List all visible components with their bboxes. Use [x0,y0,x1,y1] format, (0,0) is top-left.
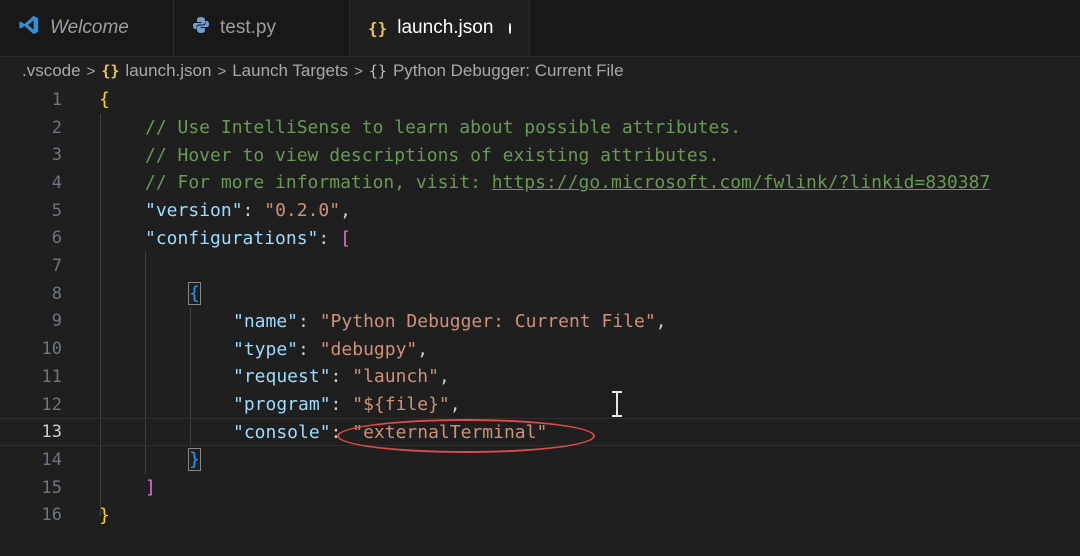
line-number: 9 [51,311,62,332]
brace-close: } [188,448,201,472]
breadcrumb-config[interactable]: Python Debugger: Current File [393,61,624,81]
code-line: 7 [0,252,1080,280]
json-key: "type" [233,338,299,360]
python-icon [192,16,210,40]
line-number: 7 [51,256,62,277]
code-line: 3 // Hover to view descriptions of exist… [0,141,1080,169]
chevron-right-icon: > [86,62,96,80]
json-key: "name" [233,310,299,332]
json-string: "0.2.0" [264,200,341,222]
json-key: "version" [145,200,243,222]
brace-open: { [99,89,110,111]
line-number: 14 [41,449,62,470]
line-number: 8 [51,283,62,304]
code-line: 5 "version": "0.2.0", [0,197,1080,225]
code-line: 6 "configurations": [ [0,225,1080,253]
bracket-open: [ [340,227,351,249]
json-string: "launch" [352,366,439,388]
code-line: 4 // For more information, visit: https:… [0,169,1080,197]
code-line: 11 "request": "launch", [0,363,1080,391]
code-line: 14 } [0,446,1080,474]
json-key: "request" [233,366,331,388]
code-line: 15 ] [0,474,1080,502]
chevron-right-icon: > [217,62,227,80]
code-comment: // Use IntelliSense to learn about possi… [145,117,742,139]
line-number: 6 [51,228,62,249]
line-number: 2 [51,117,62,138]
line-number: 13 [41,422,62,443]
line-number: 12 [41,394,62,415]
breadcrumb: .vscode > {} launch.json > Launch Target… [0,56,1080,86]
json-key: "console" [233,421,331,443]
json-string: "Python Debugger: Current File" [319,310,656,332]
line-number: 4 [51,172,62,193]
code-line: 12 "program": "${file}", [0,391,1080,419]
chevron-right-icon: > [354,62,363,80]
code-line: 9 "name": "Python Debugger: Current File… [0,308,1080,336]
code-editor[interactable]: 1 { 2 // Use IntelliSense to learn about… [0,86,1080,556]
breadcrumb-folder[interactable]: .vscode [22,61,81,81]
line-number: 10 [41,339,62,360]
brace-open: { [188,282,201,306]
json-braces-icon: {} [368,18,388,38]
tab-label: Welcome [50,17,129,38]
json-string: "${file}" [352,394,450,416]
tab-welcome[interactable]: Welcome [0,0,174,56]
tab-label: launch.json [397,17,494,38]
json-string: "debugpy" [319,338,418,360]
line-number: 5 [51,200,62,221]
line-number: 1 [51,89,62,110]
json-braces-icon: {} [101,62,120,80]
unsaved-changes-dot-icon[interactable] [509,22,511,34]
text-cursor-icon [612,391,622,417]
annotation-ellipse [337,419,595,453]
tab-label: test.py [220,17,276,38]
code-line: 8 { [0,280,1080,308]
editor-tab-bar: Welcome test.py {} launch.json [0,0,1080,57]
line-number: 15 [41,477,62,498]
json-key: "program" [233,394,331,416]
breadcrumb-section[interactable]: Launch Targets [232,61,348,81]
code-comment: // For more information, visit: [145,172,492,194]
object-braces-icon: {} [368,62,387,80]
code-line: 10 "type": "debugpy", [0,335,1080,363]
code-line: 1 { [0,86,1080,114]
line-number: 16 [41,505,62,526]
vscode-logo-icon [18,14,40,42]
tab-launch-json[interactable]: {} launch.json [350,0,530,56]
bracket-close: ] [145,477,156,499]
json-key: "configurations" [145,227,319,249]
brace-close: } [99,504,110,526]
code-line: 2 // Use IntelliSense to learn about pos… [0,114,1080,142]
line-number: 11 [41,366,62,387]
code-line: 16 } [0,502,1080,530]
line-number: 3 [51,145,62,166]
tab-test-py[interactable]: test.py [174,0,350,56]
documentation-link[interactable]: https://go.microsoft.com/fwlink/?linkid=… [492,172,991,193]
breadcrumb-file[interactable]: launch.json [125,61,211,81]
code-comment: // Hover to view descriptions of existin… [145,144,720,166]
